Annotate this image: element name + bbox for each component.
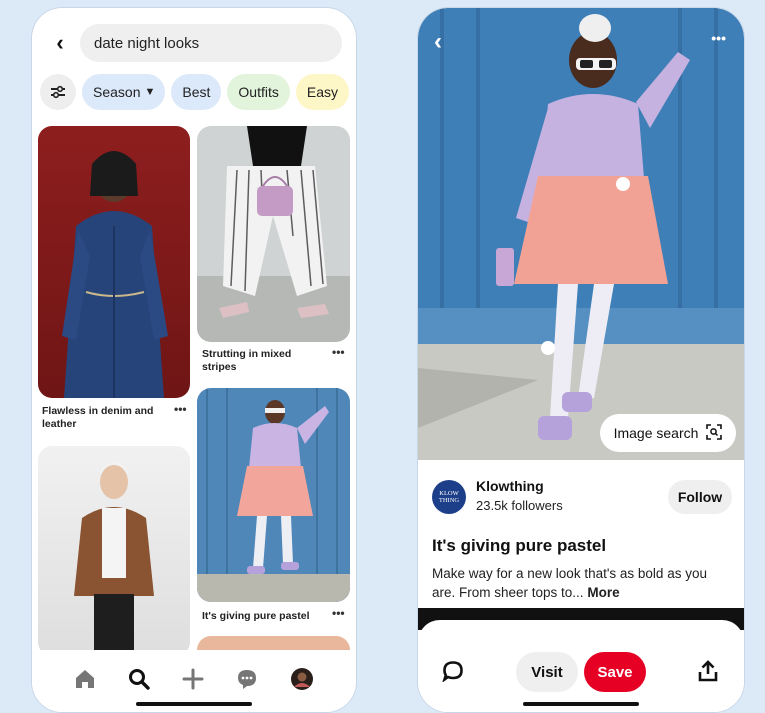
filter-icon[interactable] — [40, 74, 76, 110]
chat-icon[interactable] — [236, 668, 258, 695]
image-search-label: Image search — [613, 425, 699, 441]
chip-label: Season — [93, 84, 141, 100]
pin-caption: It's giving pure pastel — [202, 610, 310, 622]
more-options-icon[interactable]: ••• — [711, 30, 726, 46]
home-icon[interactable] — [74, 668, 96, 695]
pin-image-pastel[interactable] — [197, 388, 350, 602]
home-indicator — [523, 702, 639, 706]
search-icon[interactable] — [128, 668, 150, 695]
more-options-icon[interactable]: ••• — [174, 402, 187, 416]
image-search-button[interactable]: Image search — [600, 414, 736, 452]
save-button[interactable]: Save — [584, 652, 646, 692]
home-indicator — [136, 702, 252, 706]
pin-description: Make way for a new look that's as bold a… — [432, 564, 728, 602]
visit-label: Visit — [531, 663, 563, 681]
chip-best[interactable]: Best — [171, 74, 222, 110]
pin-title: It's giving pure pastel — [432, 536, 607, 555]
creator-logo-text: KLOW THING — [438, 490, 460, 504]
back-icon[interactable]: ‹ — [46, 29, 74, 57]
chip-label: Easy — [306, 84, 338, 100]
filter-chips: Season ▼ Best Outfits Easy — [40, 74, 356, 110]
chip-label: Outfits — [238, 84, 279, 100]
more-options-icon[interactable]: ••• — [332, 345, 345, 359]
image-search-icon — [706, 423, 723, 443]
search-query: date night looks — [94, 34, 200, 52]
pin-info-card: KLOW THING Klowthing 23.5k followers Fol… — [418, 460, 744, 618]
pin-image-denim[interactable] — [38, 126, 190, 398]
pin-hero-image[interactable] — [418, 8, 744, 460]
follow-label: Follow — [677, 489, 723, 505]
chevron-down-icon: ▼ — [144, 86, 156, 98]
chip-outfits[interactable]: Outfits — [227, 74, 290, 110]
pin-caption: Strutting in mixed stripes — [202, 348, 292, 373]
creator-followers: 23.5k followers — [476, 498, 563, 513]
share-icon[interactable] — [698, 660, 718, 687]
creator-name[interactable]: Klowthing — [476, 478, 544, 494]
pin-grid: Flawless in denim and leather ••• Strutt… — [38, 126, 350, 656]
more-link[interactable]: More — [587, 585, 619, 600]
chip-season[interactable]: Season ▼ — [82, 74, 166, 110]
visit-button[interactable]: Visit — [516, 652, 578, 692]
pin-description-text: Make way for a new look that's as bold a… — [432, 566, 707, 600]
follow-button[interactable]: Follow — [668, 480, 732, 514]
back-icon[interactable]: ‹ — [434, 28, 442, 56]
action-bar: Visit Save — [418, 620, 744, 712]
save-label: Save — [597, 663, 633, 681]
pin-image-leather[interactable] — [38, 446, 190, 656]
more-options-icon[interactable]: ••• — [332, 606, 345, 620]
creator-logo[interactable]: KLOW THING — [432, 480, 466, 514]
pin-detail-screen: ‹ ••• Image search KLOW THING Klowthing … — [418, 8, 744, 712]
search-results-screen: ‹ date night looks Season ▼ Best Outfits… — [32, 8, 356, 712]
comment-icon[interactable] — [442, 660, 464, 687]
search-input[interactable]: date night looks — [80, 24, 342, 62]
chip-label: Best — [182, 84, 211, 100]
chip-easy[interactable]: Easy — [295, 74, 349, 110]
profile-avatar[interactable] — [290, 667, 314, 696]
search-bar-row: ‹ date night looks — [46, 24, 342, 62]
plus-icon[interactable] — [182, 668, 204, 695]
pin-caption: Flawless in denim and leather — [42, 405, 154, 430]
pin-image-stripes[interactable] — [197, 126, 350, 342]
